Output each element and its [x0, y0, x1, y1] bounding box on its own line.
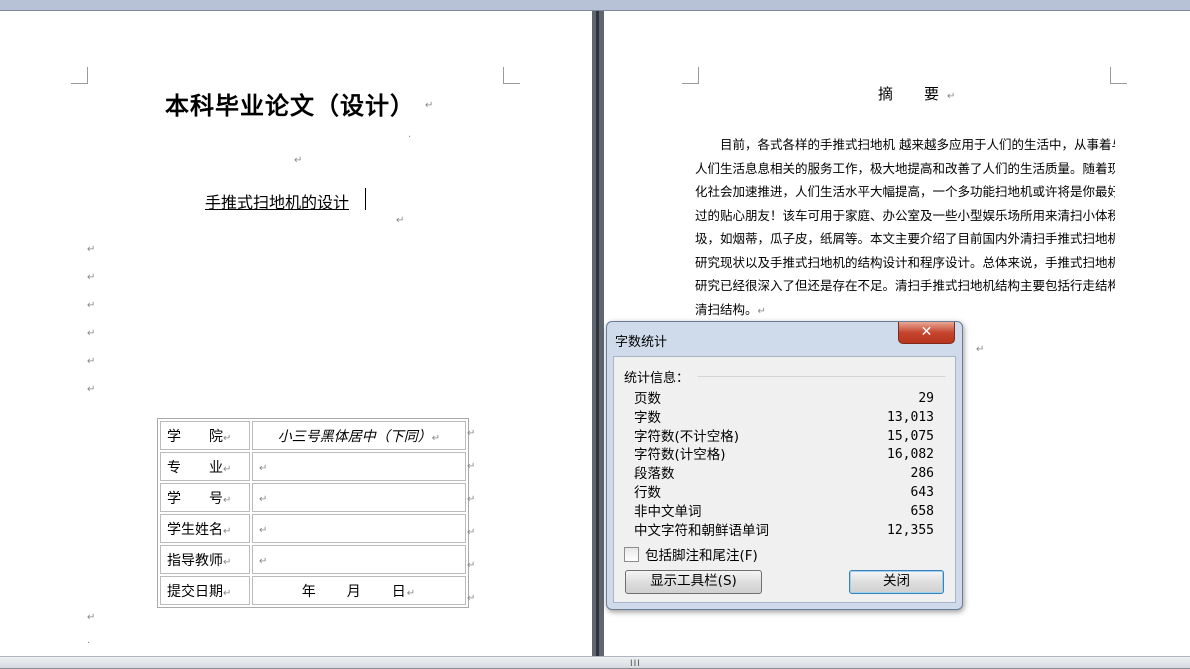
paragraph-mark: ↵ [976, 344, 985, 355]
paragraph-mark: ↵ [87, 244, 96, 255]
abstract-body[interactable]: 目前，各式各样的手推式扫地机 越来越多应用于人们的生活中，从事着与 人们生活息息… [695, 133, 1115, 321]
thesis-title: 本科毕业论文（设计） [165, 92, 415, 120]
paragraph-mark: ↵ [87, 300, 96, 311]
table-value-cell[interactable]: ↵ [252, 514, 466, 543]
text-cursor [365, 188, 366, 210]
table-row: 学生姓名↵ ↵ [160, 514, 466, 543]
checkbox-label: 包括脚注和尾注(F) [645, 548, 758, 564]
abstract-line: 圾，如烟蒂，瓜子皮，纸屑等。本文主要介绍了目前国内外清扫手推式扫地机的 [695, 231, 1115, 246]
paragraph-mark: ↵ [87, 612, 96, 623]
stat-row-pages: 页数 29 [634, 391, 934, 407]
paragraph-mark: · [408, 132, 412, 143]
statistics-label: 统计信息： [624, 371, 690, 386]
table-row: 专 业↵ ↵ [160, 452, 466, 481]
group-separator [698, 376, 946, 377]
table-value-cell[interactable]: ↵ [252, 483, 466, 512]
row-end-mark: ↵ [467, 560, 476, 571]
paragraph-mark: ↵ [87, 384, 96, 395]
paragraph-mark: ↵ [425, 100, 434, 111]
margin-corner-mark [71, 67, 88, 84]
table-label-cell[interactable]: 学 院↵ [160, 421, 250, 450]
row-end-mark: ↵ [467, 494, 476, 505]
thesis-subtitle[interactable]: 手推式扫地机的设计 [205, 189, 349, 213]
stat-row-words: 字数 13,013 [634, 409, 934, 426]
row-end-mark: ↵ [467, 527, 476, 538]
dialog-title: 字数统计 [615, 335, 668, 350]
stat-row-cjk-chars: 中文字符和朝鲜语单词 12,355 [634, 522, 934, 539]
abstract-line: 目前，各式各样的手推式扫地机 越来越多应用于人们的生活中，从事着与 [695, 137, 1115, 152]
stat-row-chars-no-spaces: 字符数(不计空格) 15,075 [634, 428, 934, 445]
scroll-grip[interactable]: III [630, 659, 641, 669]
paragraph-mark: ↵ [87, 328, 96, 339]
table-value-cell[interactable]: ↵ [252, 452, 466, 481]
student-info-table: 学 院↵ 小三号黑体居中（下同）↵ 专 业↵ ↵ 学 号↵ ↵ 学生姓名↵ ↵ … [157, 418, 469, 608]
paragraph-mark: ↵ [294, 155, 303, 166]
table-label-cell[interactable]: 学 号↵ [160, 483, 250, 512]
page-divider [592, 11, 604, 656]
margin-corner-mark [1110, 67, 1127, 84]
table-label-cell[interactable]: 提交日期↵ [160, 576, 250, 605]
dialog-content: 统计信息： 页数 29 字数 13,013 字符数(不计空格) 15,075 字符数(… [613, 356, 956, 603]
table-label-cell[interactable]: 学生姓名↵ [160, 514, 250, 543]
table-value-cell[interactable]: 小三号黑体居中（下同）↵ [252, 421, 466, 450]
include-footnotes-checkbox[interactable]: 包括脚注和尾注(F) [624, 544, 758, 564]
close-icon[interactable]: ✕ [898, 322, 955, 344]
table-label-cell[interactable]: 指导教师↵ [160, 545, 250, 574]
paragraph-mark: ↵ [396, 215, 405, 226]
checkbox-box[interactable] [624, 546, 639, 562]
row-end-mark: ↵ [467, 428, 476, 439]
abstract-line: 清扫结构。↵ [695, 301, 766, 317]
margin-corner-mark [503, 67, 520, 84]
stat-row-chars-with-spaces: 字符数(计空格) 16,082 [634, 447, 934, 464]
table-row: 学 院↵ 小三号黑体居中（下同）↵ [160, 421, 466, 450]
stat-row-lines: 行数 643 [634, 484, 934, 501]
table-value-cell[interactable]: ↵ [252, 545, 466, 574]
paragraph-mark: ↵ [87, 356, 96, 367]
abstract-line: 人们生活息息相关的服务工作，极大地提高和改善了人们的生活质量。随着现代 [695, 160, 1115, 176]
stat-row-non-cjk-words: 非中文单词 658 [634, 503, 934, 520]
abstract-line: 研究已经很深入了但还是存在不足。清扫手推式扫地机结构主要包括行走结构、 [695, 278, 1115, 293]
row-end-mark: ↵ [467, 461, 476, 472]
statistics-list: 页数 29 字数 13,013 字符数(不计空格) 15,075 字符数(计空格) 16… [634, 390, 934, 540]
stat-row-paragraphs: 段落数 286 [634, 466, 934, 483]
table-row: 指导教师↵ ↵ [160, 545, 466, 574]
abstract-line: 研究现状以及手推式扫地机的结构设计和程序设计。总体来说，手推式扫地机的 [695, 254, 1115, 270]
abstract-line: 过的贴心朋友！该车可用于家庭、办公室及一些小型娱乐场所用来清扫小体积垃 [695, 207, 1115, 223]
paragraph-mark: · [87, 638, 91, 649]
margin-corner-mark [682, 67, 699, 84]
table-row: 提交日期↵ 年 月 日↵ [160, 576, 466, 605]
cover-page[interactable]: 本科毕业论文（设计） ↵ · ↵ 手推式扫地机的设计 ↵ ↵ ↵ ↵ ↵ ↵ ↵… [0, 11, 592, 656]
table-value-cell[interactable]: 年 月 日↵ [252, 576, 466, 605]
abstract-heading: 摘 要↵ [878, 85, 964, 103]
abstract-line: 化社会加速推进，人们生活水平大幅提高，一个多功能扫地机或许将是你最好不 [695, 184, 1115, 199]
horizontal-scrollbar[interactable] [0, 656, 1190, 668]
top-ruler-bar [0, 0, 1190, 11]
row-end-mark: ↵ [467, 593, 476, 604]
paragraph-mark: ↵ [87, 272, 96, 283]
table-label-cell[interactable]: 专 业↵ [160, 452, 250, 481]
word-count-dialog: 字数统计 ✕ 统计信息： 页数 29 字数 13,013 字符数(不计空格) 15,0… [606, 321, 963, 610]
show-toolbar-button[interactable]: 显示工具栏(S) [625, 570, 762, 594]
close-button[interactable]: 关闭 [849, 570, 944, 594]
table-row: 学 号↵ ↵ [160, 483, 466, 512]
